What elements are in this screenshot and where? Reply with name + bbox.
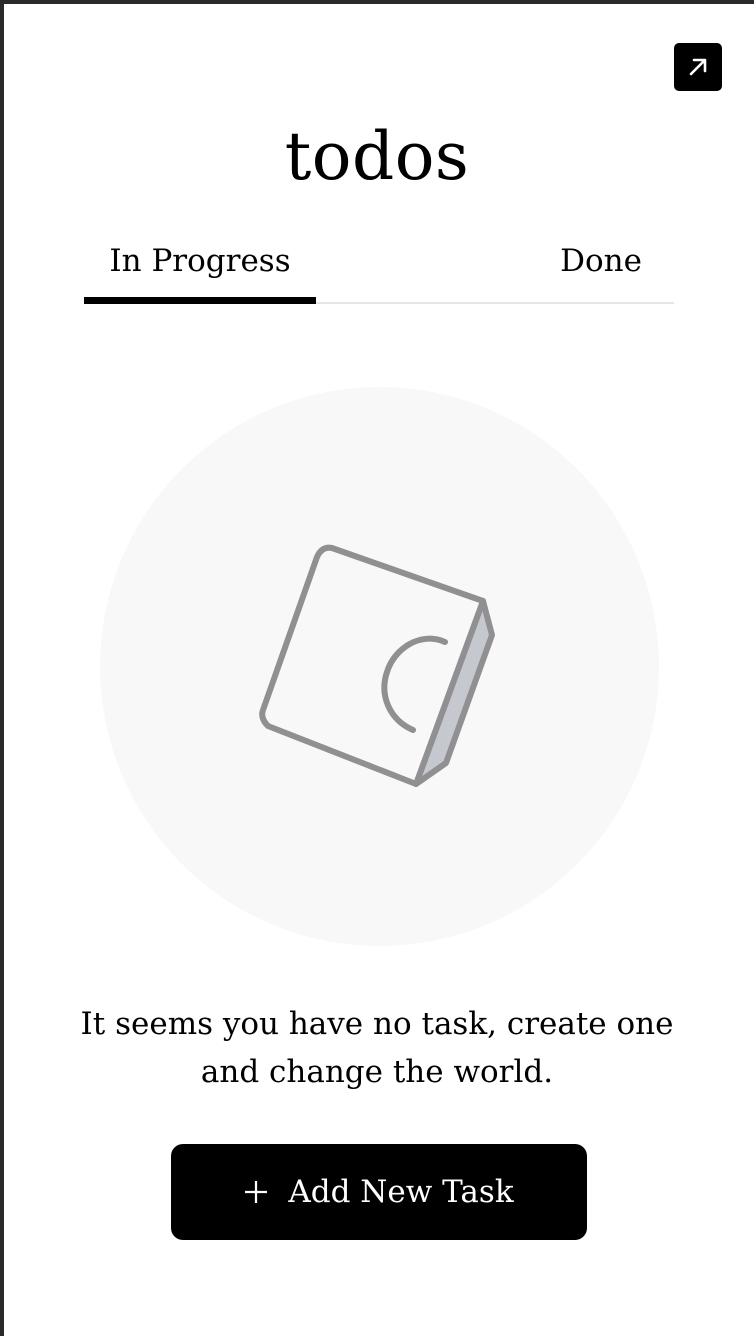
arrow-up-right-icon — [689, 58, 707, 76]
plus-icon — [245, 1181, 268, 1203]
tab-in-progress[interactable]: In Progress — [84, 232, 316, 290]
window-frame-top — [0, 0, 754, 4]
add-new-task-button[interactable]: Add New Task — [171, 1144, 587, 1240]
empty-illustration — [100, 387, 659, 946]
empty-state-message: It seems you have no task, create one an… — [80, 1006, 674, 1090]
active-tab-indicator — [84, 297, 316, 304]
add-new-task-label: Add New Task — [288, 1174, 514, 1210]
app-title: todos — [284, 118, 470, 195]
tab-bar: In Progress Done — [84, 232, 674, 304]
notebook-icon — [259, 544, 495, 787]
expand-button[interactable] — [674, 43, 722, 91]
tab-done[interactable]: Done — [560, 232, 642, 290]
